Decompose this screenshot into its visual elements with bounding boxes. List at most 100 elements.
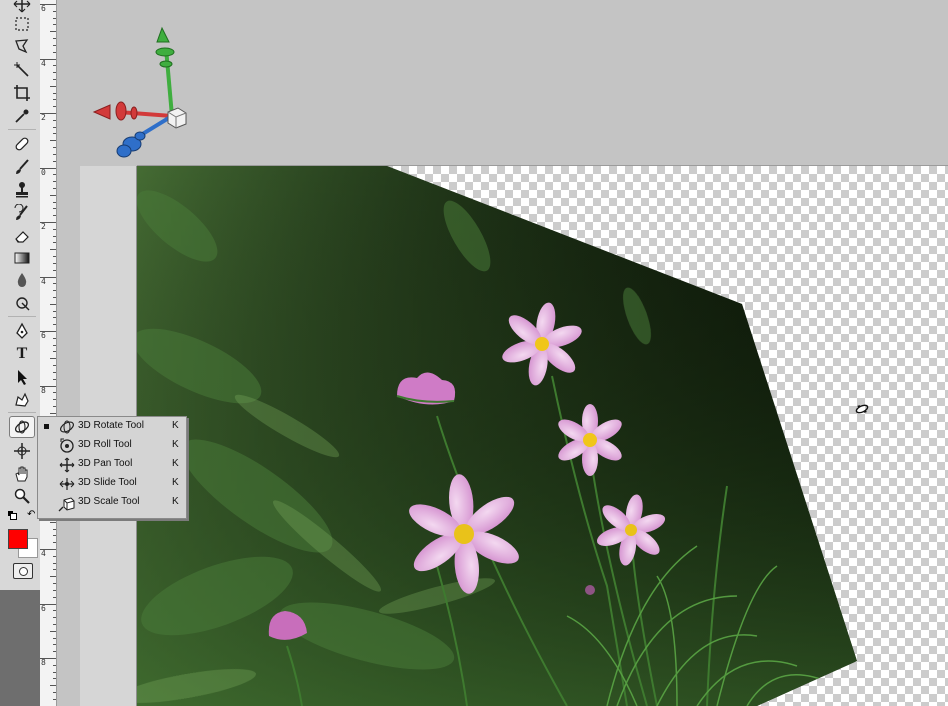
menu-item-shortcut: K <box>172 420 179 431</box>
ruler-tick <box>53 24 56 25</box>
rect-marquee-icon[interactable] <box>10 14 34 34</box>
ruler-tick <box>53 263 56 264</box>
ruler-tick <box>53 365 56 366</box>
menu-item-3d-scale[interactable]: 3D Scale Tool K <box>38 493 186 512</box>
magic-wand-icon[interactable] <box>10 60 34 80</box>
axis-center-cube[interactable] <box>167 107 187 129</box>
ruler-tick <box>53 317 56 318</box>
3d-roll-icon <box>58 437 76 455</box>
move-icon[interactable] <box>10 0 34 14</box>
menu-item-3d-slide[interactable]: 3D Slide Tool K <box>38 474 186 493</box>
menu-item-shortcut: K <box>172 496 179 507</box>
3d-rotate-cursor-icon <box>855 404 869 414</box>
ruler-tick <box>53 38 56 39</box>
ruler-tick <box>53 692 56 693</box>
stamp-icon[interactable] <box>10 180 34 200</box>
ruler-tick <box>53 372 56 373</box>
3d-axis-widget[interactable] <box>88 18 198 163</box>
ruler-tick <box>53 583 56 584</box>
eyedropper-icon[interactable] <box>10 106 34 126</box>
ruler-tick <box>40 113 56 114</box>
ruler-tick <box>53 399 56 400</box>
menu-item-3d-roll[interactable]: 3D Roll Tool K <box>38 436 186 455</box>
ruler-tick <box>53 72 56 73</box>
menu-item-label: 3D Rotate Tool <box>78 420 144 431</box>
ruler-tick <box>53 79 56 80</box>
ruler-tick <box>53 590 56 591</box>
ruler-label: 8 <box>41 385 46 395</box>
foreground-color-swatch[interactable] <box>8 529 28 549</box>
ruler-tick <box>53 617 56 618</box>
menu-item-3d-pan[interactable]: 3D Pan Tool K <box>38 455 186 474</box>
type-tool-glyph: T <box>16 345 28 362</box>
shape-icon[interactable] <box>10 390 34 410</box>
default-colors-icon[interactable] <box>8 511 17 520</box>
3d-orbit-icon[interactable] <box>10 441 34 461</box>
ruler-tick <box>50 685 56 686</box>
3d-rotate-icon[interactable] <box>9 416 35 438</box>
ruler-tick <box>53 65 56 66</box>
menu-item-shortcut: K <box>172 458 179 469</box>
menu-item-label: 3D Scale Tool <box>78 496 140 507</box>
brush-icon[interactable] <box>10 157 34 177</box>
menu-item-shortcut: K <box>172 439 179 450</box>
ruler-label: 4 <box>41 549 46 558</box>
ruler-tick <box>53 18 56 19</box>
ruler-tick <box>53 406 56 407</box>
photo-content <box>137 166 857 706</box>
x-axis-handle[interactable] <box>92 101 173 121</box>
ruler-label: 4 <box>41 276 46 286</box>
ruler-tick <box>40 549 56 550</box>
ruler-tick <box>53 392 56 393</box>
drop-icon[interactable] <box>10 270 34 290</box>
3d-slide-icon <box>58 475 76 493</box>
dodge-icon[interactable] <box>10 293 34 313</box>
ruler-tick <box>53 154 56 155</box>
ruler-tick <box>50 522 56 523</box>
ruler-tick <box>53 161 56 162</box>
toolbar-divider <box>8 412 36 413</box>
ruler-tick <box>53 311 56 312</box>
ruler-tick <box>53 120 56 121</box>
ruler-tick <box>50 249 56 250</box>
tools-panel: T ↶ <box>0 0 41 706</box>
gradient-icon[interactable] <box>10 248 34 268</box>
3d-pan-icon <box>58 456 76 474</box>
pen-icon[interactable] <box>10 321 34 341</box>
ruler-tick <box>53 569 56 570</box>
bandage-icon[interactable] <box>10 134 34 154</box>
ruler-tick <box>53 529 56 530</box>
rotated-3d-photo-layer[interactable] <box>137 166 948 706</box>
z-axis-handle[interactable] <box>116 114 174 158</box>
ruler-tick <box>53 345 56 346</box>
ruler-tick <box>53 11 56 12</box>
crop-icon[interactable] <box>10 83 34 103</box>
3d-tools-flyout-menu: 3D Rotate Tool K 3D Roll Tool K 3D Pan T… <box>37 416 187 519</box>
type-icon[interactable]: T <box>10 344 34 364</box>
toolbar-divider <box>8 129 36 130</box>
ruler-tick <box>53 699 56 700</box>
ruler-tick <box>53 202 56 203</box>
y-axis-handle[interactable] <box>155 26 175 117</box>
eraser-icon[interactable] <box>10 226 34 246</box>
arrow-icon[interactable] <box>10 367 34 387</box>
lasso-icon[interactable] <box>10 36 34 56</box>
quick-mask-icon[interactable] <box>13 563 33 579</box>
history-brush-icon[interactable] <box>10 203 34 223</box>
ruler-tick <box>53 379 56 380</box>
vertical-ruler[interactable]: 6420246802468 <box>40 0 57 706</box>
ruler-tick <box>50 304 56 305</box>
ruler-tick <box>53 535 56 536</box>
zoom-icon[interactable] <box>10 486 34 506</box>
swap-colors-icon[interactable]: ↶ <box>27 509 35 520</box>
ruler-label: 0 <box>41 167 46 177</box>
menu-item-3d-rotate[interactable]: 3D Rotate Tool K <box>38 417 186 436</box>
ruler-tick <box>53 52 56 53</box>
ruler-tick <box>53 638 56 639</box>
ruler-tick <box>40 604 56 605</box>
ruler-tick <box>53 256 56 257</box>
menu-item-shortcut: K <box>172 477 179 488</box>
ruler-tick <box>53 338 56 339</box>
ruler-tick <box>53 297 56 298</box>
hand-icon[interactable] <box>10 464 34 484</box>
